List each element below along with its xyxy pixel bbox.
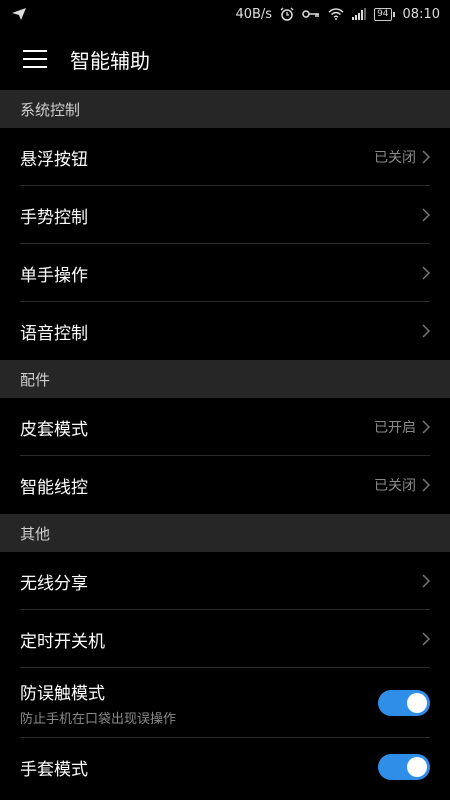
item-status: 已关闭 bbox=[374, 150, 416, 166]
chevron-right-icon bbox=[422, 324, 430, 338]
pocket-mode-toggle[interactable] bbox=[378, 690, 430, 716]
item-subtitle: 防止手机在口袋出现误操作 bbox=[20, 712, 177, 727]
list-item-one-hand-mode[interactable]: 单手操作 bbox=[0, 244, 450, 302]
send-icon bbox=[12, 8, 26, 20]
chevron-right-icon bbox=[422, 478, 430, 492]
chevron-right-icon bbox=[422, 266, 430, 280]
chevron-right-icon bbox=[422, 208, 430, 222]
clock: 08:10 bbox=[402, 6, 440, 22]
battery-indicator: 94 bbox=[374, 7, 395, 21]
page-title: 智能辅助 bbox=[70, 48, 150, 73]
item-label: 手套模式 bbox=[20, 759, 88, 780]
item-label: 单手操作 bbox=[20, 265, 88, 286]
item-label: 智能线控 bbox=[20, 477, 88, 498]
section-header-other: 其他 bbox=[0, 514, 450, 552]
list-item-wireless-share[interactable]: 无线分享 bbox=[0, 552, 450, 610]
list-item-smart-wire-control[interactable]: 智能线控 已关闭 bbox=[0, 456, 450, 514]
item-label: 手势控制 bbox=[20, 207, 88, 228]
list-item-scheduled-power[interactable]: 定时开关机 bbox=[0, 610, 450, 668]
signal-icon bbox=[352, 8, 367, 20]
list-item-pocket-mode[interactable]: 防误触模式 防止手机在口袋出现误操作 bbox=[0, 668, 450, 738]
glove-mode-toggle[interactable] bbox=[378, 754, 430, 780]
wifi-icon bbox=[328, 8, 344, 20]
item-label: 语音控制 bbox=[20, 323, 88, 344]
app-bar: 智能辅助 bbox=[0, 28, 450, 90]
item-label: 防误触模式 bbox=[20, 684, 105, 704]
status-bar: 40B/s 94 08:10 bbox=[0, 0, 450, 28]
list-item-cover-mode[interactable]: 皮套模式 已开启 bbox=[0, 398, 450, 456]
chevron-right-icon bbox=[422, 574, 430, 588]
key-icon bbox=[302, 9, 320, 19]
section-header-system-control: 系统控制 bbox=[0, 90, 450, 128]
list-item-gesture-control[interactable]: 手势控制 bbox=[0, 186, 450, 244]
chevron-right-icon bbox=[422, 632, 430, 646]
list-item-glove-mode[interactable]: 手套模式 bbox=[0, 738, 450, 796]
item-label: 无线分享 bbox=[20, 573, 88, 594]
chevron-right-icon bbox=[422, 420, 430, 434]
item-label: 定时开关机 bbox=[20, 631, 105, 652]
network-speed: 40B/s bbox=[235, 6, 273, 22]
battery-level: 94 bbox=[374, 7, 392, 21]
item-status: 已关闭 bbox=[374, 478, 416, 494]
item-label: 皮套模式 bbox=[20, 419, 88, 440]
section-header-accessories: 配件 bbox=[0, 360, 450, 398]
item-status: 已开启 bbox=[374, 420, 416, 436]
list-item-voice-control[interactable]: 语音控制 bbox=[0, 302, 450, 360]
item-label: 悬浮按钮 bbox=[20, 149, 88, 170]
chevron-right-icon bbox=[422, 150, 430, 164]
alarm-icon bbox=[280, 7, 294, 21]
hamburger-menu-icon[interactable] bbox=[0, 28, 70, 90]
list-item-floating-button[interactable]: 悬浮按钮 已关闭 bbox=[0, 128, 450, 186]
